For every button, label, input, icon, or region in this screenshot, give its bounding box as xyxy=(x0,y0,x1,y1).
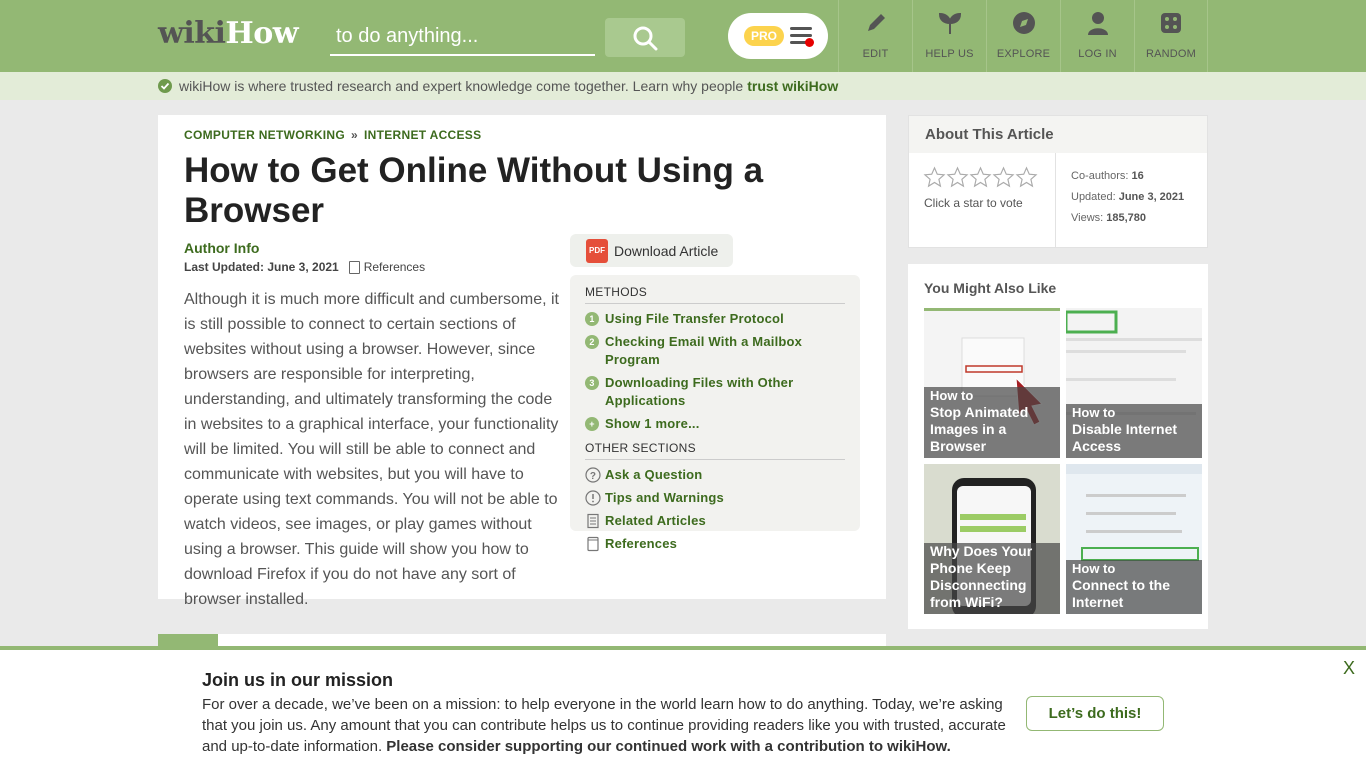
about-this-article: About This Article Click a star to vote … xyxy=(908,115,1208,248)
toc-ask-question[interactable]: ? Ask a Question xyxy=(585,466,845,484)
site-header: wikiHow PRO EDIT HELP US EXPLORE LOG IN … xyxy=(0,0,1366,72)
references-icon xyxy=(348,260,360,274)
nav-explore[interactable]: EXPLORE xyxy=(986,0,1060,72)
about-heading: About This Article xyxy=(909,116,1207,153)
user-icon xyxy=(1087,12,1108,35)
article-card: COMPUTER NETWORKING» INTERNET ACCESS How … xyxy=(158,115,886,608)
banner-title: Join us in our mission xyxy=(202,670,394,690)
book-icon xyxy=(587,536,599,552)
star-rating xyxy=(923,166,1038,189)
pencil-icon xyxy=(867,14,885,31)
page-title: How to Get Online Without Using a Browse… xyxy=(184,151,764,230)
star-icon-3[interactable] xyxy=(969,166,992,189)
dice-icon xyxy=(1161,13,1181,33)
nav-random[interactable]: RANDOM xyxy=(1134,0,1208,72)
last-updated: Last Updated: June 3, 2021 References xyxy=(184,260,426,274)
method-tab[interactable] xyxy=(158,634,218,646)
search-input[interactable] xyxy=(330,18,595,54)
toc-method-1[interactable]: 1 Using File Transfer Protocol xyxy=(585,310,845,328)
toc-method-2[interactable]: 2 Checking Email With a Mailbox Program xyxy=(585,333,845,369)
question-icon: ? xyxy=(585,467,601,483)
toc-related-articles[interactable]: Related Articles xyxy=(585,512,845,530)
table-of-contents: METHODS 1 Using File Transfer Protocol 2C… xyxy=(570,275,860,552)
breadcrumb-computer-networking[interactable]: COMPUTER NETWORKING xyxy=(184,128,345,142)
divider xyxy=(1055,153,1056,248)
notification-dot xyxy=(805,38,814,47)
nav-log-in[interactable]: LOG IN xyxy=(1060,0,1134,72)
star-icon-2[interactable] xyxy=(946,166,969,189)
article-intro: Although it is much more difficult and c… xyxy=(184,291,559,608)
pro-menu-button[interactable]: PRO xyxy=(728,13,828,59)
related-tile-stop-animated-images[interactable]: How to Stop Animated Images in a Browser xyxy=(924,308,1060,458)
toc-method-3[interactable]: 3 Downloading Files with Other Applicatio… xyxy=(585,374,845,410)
search-button[interactable] xyxy=(605,18,685,57)
trust-text: wikiHow is where trusted research and ex… xyxy=(179,78,744,94)
svg-text:?: ? xyxy=(590,471,596,482)
pro-badge: PRO xyxy=(744,26,784,46)
nav-help-us[interactable]: HELP US xyxy=(912,0,986,72)
search-box xyxy=(330,18,595,56)
contribute-button[interactable]: Let’s do this! xyxy=(1026,696,1164,731)
pdf-icon: PDF xyxy=(586,238,608,263)
references-link[interactable]: References xyxy=(364,260,425,274)
close-banner-button[interactable]: X xyxy=(1343,658,1355,679)
check-badge-icon xyxy=(158,79,172,93)
toc-show-more[interactable]: + Show 1 more... xyxy=(585,415,845,433)
method-tab-strip xyxy=(158,634,886,646)
related-articles-box: You Might Also Like How to Stop Animated … xyxy=(908,264,1208,629)
toc-tips-warnings[interactable]: Tips and Warnings xyxy=(585,489,845,507)
breadcrumb: COMPUTER NETWORKING» INTERNET ACCESS xyxy=(184,128,482,142)
exclamation-icon xyxy=(585,490,601,506)
search-icon xyxy=(633,26,658,50)
coauthors-count[interactable]: 16 xyxy=(1132,170,1144,182)
related-heading: You Might Also Like xyxy=(924,280,1057,296)
toc-methods-heading: METHODS xyxy=(585,285,845,304)
related-tile-disable-internet-access[interactable]: How to Disable Internet Access xyxy=(1066,308,1202,458)
top-nav: EDIT HELP US EXPLORE LOG IN RANDOM xyxy=(838,0,1208,72)
toc-other-heading: OTHER SECTIONS xyxy=(585,441,845,460)
document-icon xyxy=(587,513,599,529)
download-article-button[interactable]: PDF Download Article xyxy=(570,234,733,267)
wikihow-logo[interactable]: wikiHow xyxy=(158,16,299,51)
related-tile-phone-wifi[interactable]: Why Does Your Phone Keep Disconnecting f… xyxy=(924,464,1060,614)
star-icon-4[interactable] xyxy=(992,166,1015,189)
star-icon-5[interactable] xyxy=(1015,166,1038,189)
nav-edit[interactable]: EDIT xyxy=(838,0,912,72)
sprout-icon xyxy=(938,12,961,34)
mission-banner: Join us in our mission For over a decade… xyxy=(0,646,1366,768)
trust-link[interactable]: trust wikiHow xyxy=(747,78,838,94)
article-stats: Co-authors: 16 Updated: June 3, 2021 Vie… xyxy=(1071,170,1185,224)
star-icon-1[interactable] xyxy=(923,166,946,189)
compass-icon xyxy=(1012,12,1035,34)
banner-text: For over a decade, we’ve been on a missi… xyxy=(202,696,1006,755)
trust-bar: wikiHow is where trusted research and ex… xyxy=(0,72,1366,100)
breadcrumb-internet-access[interactable]: INTERNET ACCESS xyxy=(364,128,481,142)
toc-references[interactable]: References xyxy=(585,535,845,553)
vote-label: Click a star to vote xyxy=(924,196,1023,210)
related-tile-connect-to-internet[interactable]: How to Connect to the Internet xyxy=(1066,464,1202,614)
author-info-link[interactable]: Author Info xyxy=(184,240,259,256)
